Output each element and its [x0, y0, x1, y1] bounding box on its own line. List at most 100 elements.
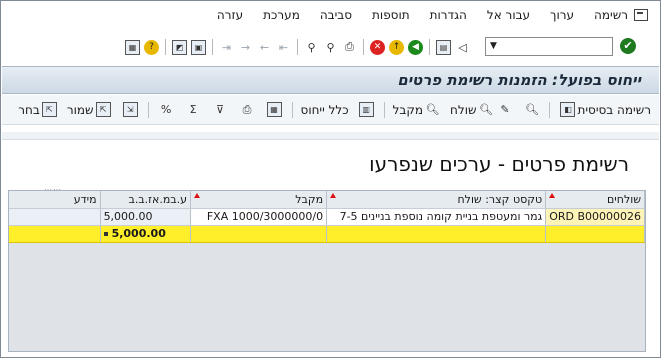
shortcut-icon[interactable]: ◩ — [172, 39, 187, 55]
toolbar-separator — [549, 101, 551, 118]
content-top-strip — [2, 132, 659, 140]
cell-info[interactable] — [9, 208, 101, 226]
help-icon[interactable]: ? — [144, 39, 159, 55]
export-button[interactable]: ⇲ — [121, 102, 140, 117]
toolbar-separator — [291, 101, 293, 118]
sender-button[interactable]: ✎ 🔍︎ שולח — [450, 102, 514, 117]
basic-list-label: רשימה בסיסית — [577, 102, 651, 117]
toolbar-separator — [297, 39, 298, 55]
list-title: רשימת פרטים - ערכים שנפרעו — [369, 152, 629, 176]
layout-button[interactable]: ▦ — [265, 102, 284, 117]
print-list-icon: ⎙ — [242, 102, 252, 116]
filter-icon: ⊽ — [216, 103, 225, 116]
menu-edit[interactable]: ערוך — [550, 8, 574, 22]
previous-page-icon[interactable]: ← — [257, 40, 272, 55]
columns-icon: ▥ — [358, 102, 374, 117]
magnifier-icon: 🔍︎ — [524, 103, 539, 116]
command-field[interactable]: ▼ — [485, 37, 613, 56]
filter-button[interactable]: ⊽ — [211, 102, 230, 117]
standard-toolbar-icons: ◁ ▤ ◀ ↑ ✕ ⎙ ⚲ ⚲ ⇤ ← → ⇥ ▣ ◩ ? ▦ — [111, 37, 472, 57]
subtotal-button[interactable]: % — [157, 102, 176, 117]
application-toolbar: רשימה בסיסית ◧ 🔍︎ ✎ 🔍︎ שולח 🔍︎ מקבל ▥ כל… — [2, 95, 659, 125]
total-cell-empty — [190, 225, 328, 243]
standard-toolbar: ✔ ▼ ◁ ▤ ◀ ↑ ✕ ⎙ ⚲ ⚲ ⇤ ← → ⇥ ▣ ◩ ? ▦ — [1, 31, 660, 61]
find-next-icon[interactable]: ⚲ — [304, 40, 319, 55]
cell-amount[interactable]: 5,000.00 — [100, 208, 192, 226]
column-header-senders[interactable]: שולחים — [545, 191, 645, 209]
screen-title-bar: ייחוס בפועל: הזמנות רשימת פרטים — [2, 66, 659, 94]
sum-marker-icon — [103, 232, 108, 236]
menu-environment[interactable]: סביבה — [320, 8, 352, 22]
cell-sender[interactable]: ORD B00000026 — [545, 208, 645, 226]
toolbar-separator — [147, 101, 149, 118]
cell-short-text[interactable]: גמר ומעטפת בניית קומה נוספת בניינים 7-5 — [326, 208, 547, 226]
sender-details-button[interactable]: 🔍︎ — [522, 102, 541, 117]
sap-window: רשימה ערוך עבור אל הגדרות תוספות סביבה מ… — [0, 0, 661, 358]
subtotal-icon: % — [160, 103, 172, 116]
next-page-icon[interactable]: → — [238, 40, 253, 55]
cancel-icon[interactable]: ✕ — [370, 39, 385, 55]
toolbar-separator — [165, 39, 166, 55]
save-layout-button[interactable]: ⇱ שמור — [67, 102, 113, 117]
enter-check-icon[interactable]: ✔ — [620, 38, 636, 54]
customize-layout-icon[interactable]: ▦ — [125, 39, 140, 55]
column-select-button[interactable]: ▥ — [357, 102, 376, 117]
basic-list-button[interactable]: רשימה בסיסית ◧ — [558, 102, 651, 117]
column-header-amount[interactable]: ע.במ.אז.ב.ב — [100, 191, 192, 209]
menu-list[interactable]: רשימה — [594, 8, 628, 22]
receiver-magnifier-icon: 🔍︎ — [425, 103, 440, 116]
exit-icon[interactable]: ↑ — [389, 39, 404, 55]
total-amount-cell[interactable]: 5,000.00 — [100, 225, 192, 243]
sender-label: שולח — [450, 102, 477, 117]
total-cell-empty — [326, 225, 547, 243]
sender-magnifier-icon: 🔍︎ — [478, 103, 493, 116]
screen-title: ייחוס בפועל: הזמנות רשימת פרטים — [397, 71, 641, 89]
last-page-icon[interactable]: ⇥ — [219, 40, 234, 55]
alv-grid: שולחים טקסט קצר: שולח מקבל ע.במ.אז.ב.ב מ… — [8, 190, 646, 352]
sum-icon: Σ — [189, 103, 197, 116]
save-label: שמור — [66, 102, 94, 117]
sender-doc-icon: ✎ — [500, 103, 510, 116]
receiver-button[interactable]: 🔍︎ מקבל — [393, 102, 442, 117]
collapse-icon[interactable]: ◁ — [455, 40, 470, 55]
menu-system[interactable]: מערכת — [263, 8, 300, 22]
toolbar-separator — [212, 39, 213, 55]
export-icon: ⇲ — [122, 102, 138, 117]
print-icon[interactable]: ⎙ — [342, 40, 357, 55]
command-dropdown-icon[interactable]: ▼ — [490, 41, 497, 51]
menu-bar: רשימה ערוך עבור אל הגדרות תוספות סביבה מ… — [1, 3, 660, 27]
menu-goto[interactable]: עבור אל — [487, 8, 530, 22]
content-area: רשימת פרטים - ערכים שנפרעו …… שולחים טקס… — [2, 127, 659, 356]
choose-layout-icon: ⇱ — [41, 102, 57, 117]
total-allocation-button[interactable]: כלל ייחוס — [301, 103, 349, 117]
sum-button[interactable]: Σ — [184, 102, 203, 117]
menu-settings[interactable]: הגדרות — [430, 8, 467, 22]
total-cell-empty — [9, 225, 101, 243]
menu-extras[interactable]: תוספות — [372, 8, 410, 22]
total-amount: 5,000.00 — [111, 227, 166, 240]
first-page-icon[interactable]: ⇤ — [276, 40, 291, 55]
layout-icon: ▦ — [266, 102, 282, 117]
toolbar-separator — [383, 101, 385, 118]
table-row[interactable]: ORD B00000026 גמר ומעטפת בניית קומה נוספ… — [9, 208, 645, 226]
choose-layout-button[interactable]: ⇱ בחר — [18, 102, 59, 117]
total-allocation-label: כלל ייחוס — [300, 102, 349, 117]
menu-help[interactable]: עזרה — [217, 8, 243, 22]
window-menu-icon[interactable] — [634, 9, 648, 21]
save-layout-icon: ⇱ — [95, 102, 111, 117]
find-icon[interactable]: ⚲ — [323, 40, 338, 55]
back-icon[interactable]: ◀ — [408, 39, 423, 55]
total-cell-empty — [545, 225, 645, 243]
report-table: שולחים טקסט קצר: שולח מקבל ע.במ.אז.ב.ב מ… — [9, 191, 645, 243]
print-list-button[interactable]: ⎙ — [238, 102, 257, 117]
save-icon[interactable]: ▤ — [436, 39, 451, 55]
column-header-receiver[interactable]: מקבל — [190, 191, 328, 209]
toolbar-separator — [429, 39, 430, 55]
column-header-info[interactable]: מידע — [9, 191, 101, 209]
table-header-row: שולחים טקסט קצר: שולח מקבל ע.במ.אז.ב.ב מ… — [9, 191, 645, 209]
cell-receiver[interactable]: FXA 1000/3000000/0 — [190, 208, 328, 226]
create-session-icon[interactable]: ▣ — [191, 39, 206, 55]
column-header-short-text[interactable]: טקסט קצר: שולח — [326, 191, 547, 209]
total-row[interactable]: 5,000.00 — [9, 225, 645, 243]
choose-label: בחר — [18, 102, 40, 117]
